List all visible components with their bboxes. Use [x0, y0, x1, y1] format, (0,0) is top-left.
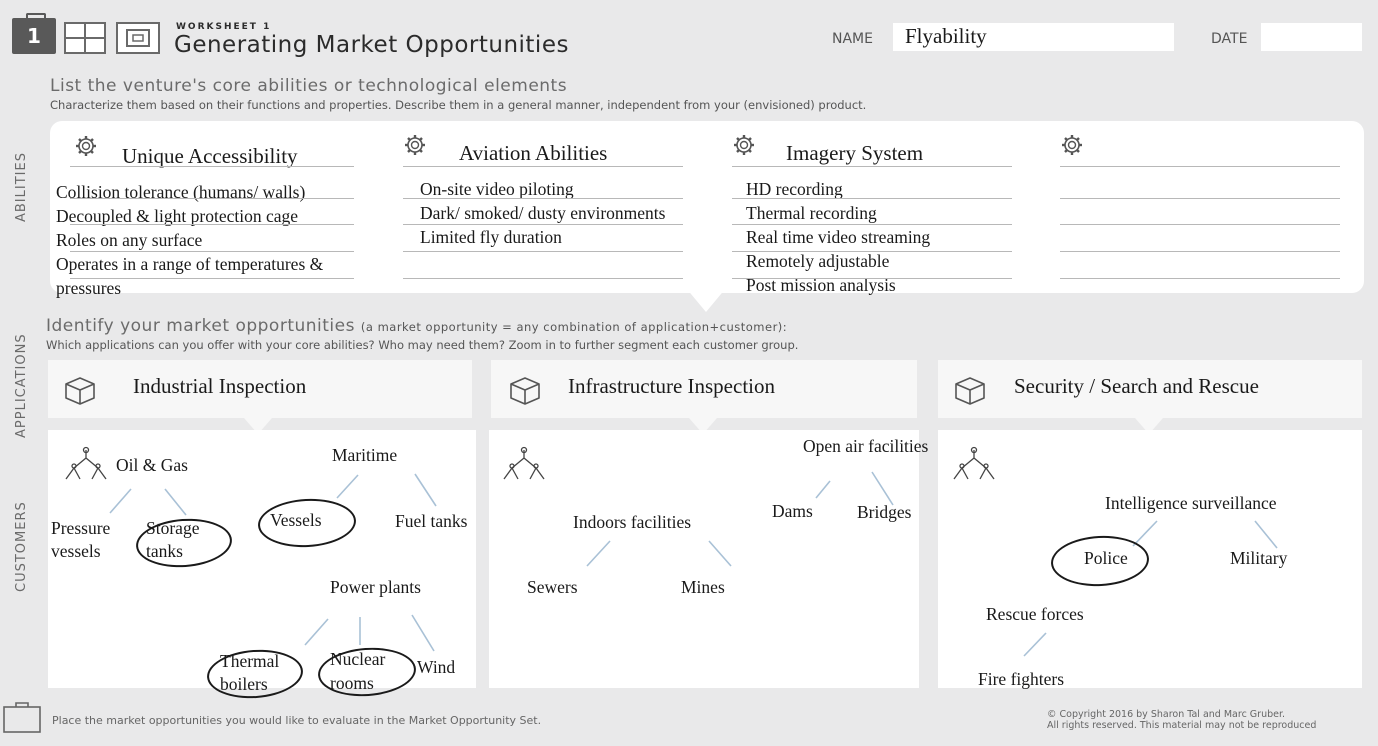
customer-mines: Mines	[681, 577, 725, 597]
customer-thermal-boilers-1: Thermal	[220, 651, 280, 671]
customer-storage-tanks-1: Storage	[146, 518, 200, 538]
customer-bridges: Bridges	[857, 502, 912, 522]
customer-nuclear-rooms-1: Nuclear	[330, 649, 386, 669]
customer-nuclear-rooms-2: rooms	[330, 673, 374, 693]
footer-instruction: Place the market opportunities you would…	[52, 714, 542, 727]
customer-fire-fighters: Fire fighters	[978, 669, 1065, 689]
customer-rescue-forces: Rescue forces	[986, 604, 1084, 624]
customer-military: Military	[1230, 548, 1288, 568]
customer-thermal-boilers-2: boilers	[220, 674, 268, 694]
customer-wind: Wind	[417, 657, 456, 677]
copyright-line-2: All rights reserved. This material may n…	[1047, 720, 1317, 731]
customer-pressure-vessels-1: Pressure	[51, 518, 111, 538]
customer-intelligence: Intelligence surveillance	[1105, 493, 1277, 513]
customer-vessels: Vessels	[270, 510, 322, 530]
copyright-line-1: © Copyright 2016 by Sharon Tal and Marc …	[1047, 709, 1286, 720]
customer-dams: Dams	[772, 501, 813, 521]
customer-open-air: Open air facilities	[803, 436, 929, 456]
customer-fuel-tanks: Fuel tanks	[395, 511, 468, 531]
customer-storage-tanks-2: tanks	[146, 541, 183, 561]
customer-police: Police	[1084, 548, 1128, 568]
customer-power-plants: Power plants	[330, 577, 421, 597]
customer-pressure-vessels-2: vessels	[51, 541, 101, 561]
customer-sewers: Sewers	[527, 577, 578, 597]
customer-connector-lines	[109, 471, 1278, 657]
customer-indoors: Indoors facilities	[573, 512, 692, 532]
footer-copyright: © Copyright 2016 by Sharon Tal and Marc …	[1047, 709, 1316, 731]
briefcase-icon	[3, 702, 41, 733]
customer-oil-gas: Oil & Gas	[116, 455, 188, 475]
customer-maritime: Maritime	[332, 445, 398, 465]
